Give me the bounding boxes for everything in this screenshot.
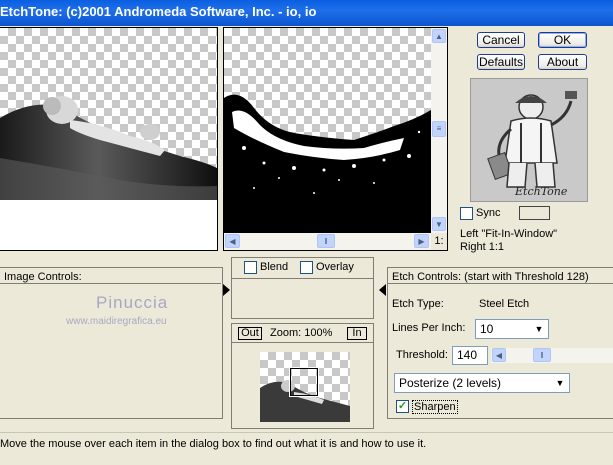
sync-swatch[interactable] (519, 206, 550, 220)
chevron-down-icon: ▼ (531, 321, 547, 337)
blend-overlay-panel: Blend Overlay (231, 257, 374, 319)
window-title: EtchTone: (c)2001 Andromeda Software, In… (0, 4, 317, 19)
right-info: Right 1:1 (460, 241, 505, 253)
etched-image (224, 28, 431, 233)
etch-type-label: Etch Type: (392, 298, 444, 310)
watermark-name: Pinuccia (96, 293, 169, 312)
scroll-left-button[interactable]: ◀ (225, 234, 240, 248)
threshold-slider[interactable]: ◀ ‖ (491, 348, 613, 363)
left-info: Left "Fit-In-Window" (460, 228, 558, 240)
chevron-down-icon: ▼ (552, 375, 568, 391)
original-preview[interactable] (0, 27, 218, 251)
watermark-url: www.maidiregrafica.eu (66, 316, 167, 327)
zoom-in-button[interactable]: In (347, 327, 367, 340)
image-controls-panel: Image Controls: Pinuccia www.maidiregraf… (0, 267, 223, 419)
horizontal-scrollbar[interactable]: ◀ ‖ ▶ (224, 233, 431, 250)
cancel-button[interactable]: Cancel (477, 32, 525, 48)
zoom-out-button[interactable]: Out (238, 327, 262, 340)
etch-controls-pointer (379, 284, 386, 296)
sharpen-label: Sharpen (412, 400, 458, 414)
status-bar: Move the mouse over each item in the dia… (0, 432, 613, 465)
etch-controls-panel: Etch Controls: (start with Threshold 128… (387, 267, 613, 419)
threshold-slider-left[interactable]: ◀ (492, 348, 506, 362)
defaults-button[interactable]: Defaults (477, 54, 525, 70)
threshold-field[interactable]: 140 (452, 346, 488, 365)
ok-button[interactable]: OK (538, 32, 587, 48)
blend-overlay-divider (232, 278, 373, 279)
about-button[interactable]: About (538, 54, 587, 70)
blend-checkbox[interactable] (244, 261, 257, 274)
lines-per-inch-label: Lines Per Inch: (392, 322, 466, 334)
etch-controls-header: Etch Controls: (start with Threshold 128… (392, 271, 589, 283)
status-text: Move the mouse over each item in the dia… (0, 438, 427, 450)
posterize-select[interactable]: Posterize (2 levels) ▼ (394, 373, 570, 393)
logo-caption: EtchTone (515, 185, 568, 198)
zoom-divider (232, 342, 373, 343)
image-controls-label: Image Controls: (4, 271, 82, 283)
scroll-up-button[interactable]: ▲ (432, 29, 446, 43)
lines-per-inch-select[interactable]: 10 ▼ (475, 319, 549, 339)
vertical-scrollbar[interactable]: ▲ ≡ ▼ (431, 28, 447, 233)
posterize-value: Posterize (2 levels) (399, 376, 502, 390)
title-bar: EtchTone: (c)2001 Andromeda Software, In… (0, 0, 613, 26)
etched-preview[interactable]: ▲ ≡ ▼ ◀ ‖ ▶ 1: (223, 27, 448, 251)
image-controls-divider (0, 283, 221, 284)
overlay-label: Overlay (316, 261, 354, 273)
etchtone-logo: EtchTone (470, 78, 588, 202)
navigator-thumbnail[interactable] (260, 352, 350, 422)
zoom-panel: Out Zoom: 100% In (231, 323, 374, 429)
image-controls-pointer (223, 284, 230, 296)
sync-checkbox[interactable] (460, 207, 473, 220)
blend-label: Blend (260, 261, 289, 273)
etch-controls-divider (388, 283, 613, 284)
vertical-scroll-thumb[interactable]: ≡ (432, 121, 446, 137)
etch-type-value: Steel Etch (479, 298, 530, 310)
scroll-right-button[interactable]: ▶ (414, 234, 429, 248)
overlay-checkbox[interactable] (300, 261, 313, 274)
sharpen-checkbox[interactable]: ✓ (396, 400, 409, 413)
ratio-indicator: 1: (431, 233, 447, 250)
navigator-viewport[interactable] (290, 368, 318, 396)
sync-label: Sync (476, 207, 501, 219)
zoom-label: Zoom: 100% (270, 327, 333, 339)
threshold-label: Threshold: (396, 349, 448, 361)
engraver-figure-icon (487, 91, 577, 188)
scroll-down-button[interactable]: ▼ (432, 217, 446, 231)
threshold-slider-thumb[interactable]: ‖ (533, 348, 551, 362)
original-photo (0, 96, 217, 250)
lines-per-inch-value: 10 (480, 322, 494, 336)
horizontal-scroll-thumb[interactable]: ‖ (317, 234, 335, 248)
